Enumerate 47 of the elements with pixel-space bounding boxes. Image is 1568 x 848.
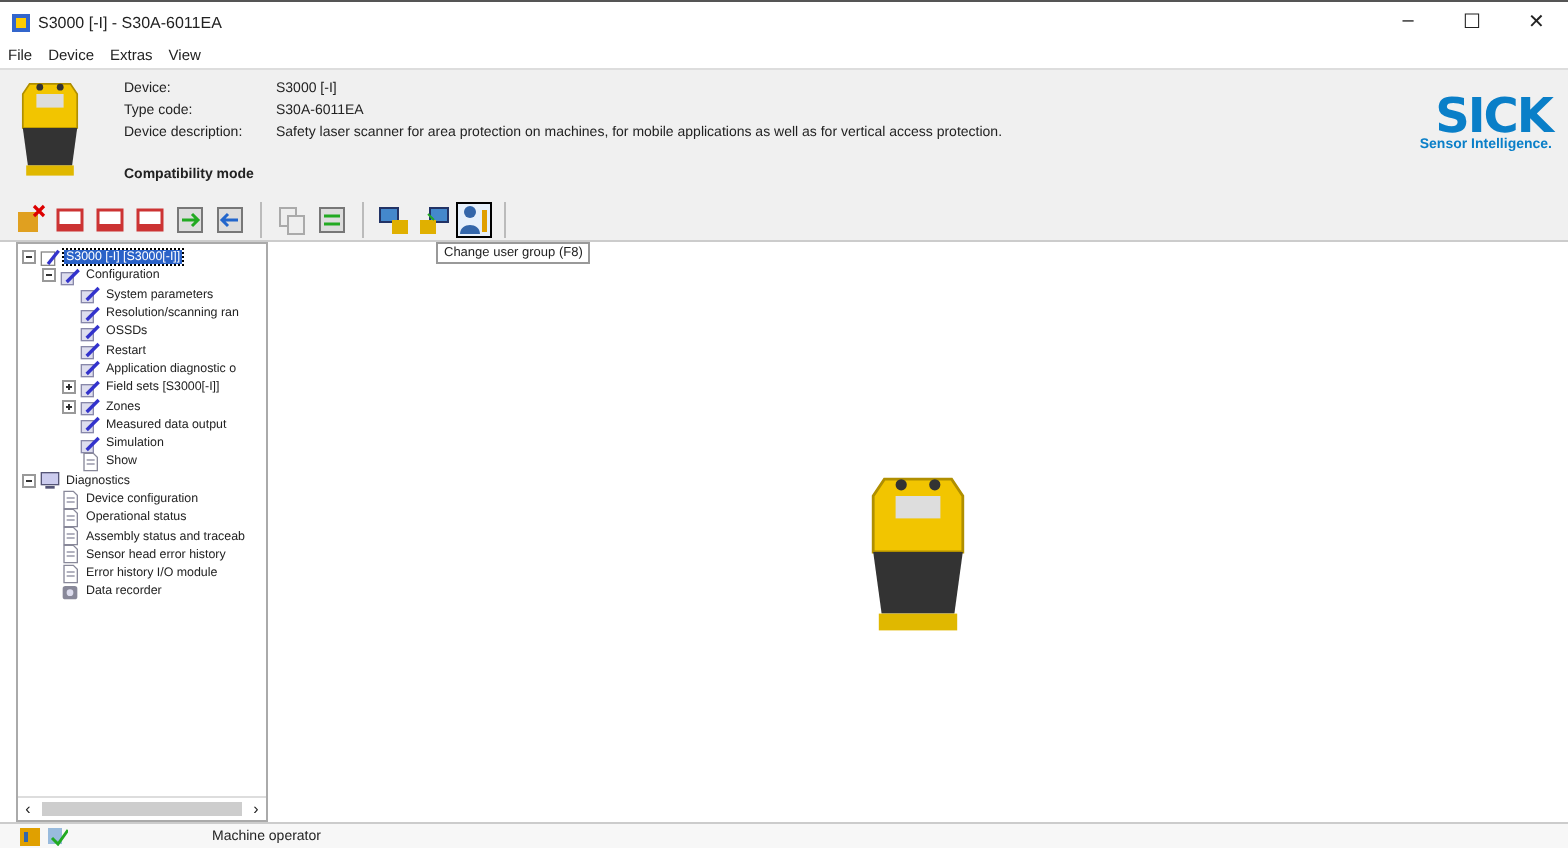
collapse-icon[interactable] [42, 268, 56, 283]
export-icon [214, 203, 246, 235]
pencil-icon [80, 284, 100, 305]
document-icon [316, 203, 348, 235]
check-icon [48, 827, 68, 845]
window-title: S3000 [-I] - S30A-6011EA [38, 13, 224, 31]
maximize-button[interactable]: ☐ [1440, 10, 1504, 34]
delete-icon [14, 203, 46, 235]
pencil-icon [80, 321, 100, 342]
page-icon [60, 544, 80, 565]
scroll-left-button[interactable]: ‹ [18, 800, 38, 818]
scroll-right-button[interactable]: › [246, 800, 266, 818]
page-icon [80, 451, 100, 472]
pencil-icon [80, 358, 100, 379]
toolbar-button[interactable] [456, 201, 492, 237]
close-button[interactable]: ✕ [1504, 10, 1568, 34]
monitor-icon [40, 470, 60, 491]
computer-icon [418, 203, 450, 235]
window-icon [54, 203, 86, 235]
pencil-icon [80, 340, 100, 361]
pencil-icon [80, 396, 100, 417]
collapse-icon[interactable] [22, 250, 36, 265]
copy-icon [276, 203, 308, 235]
pencil-icon [80, 433, 100, 454]
toolbar-button[interactable] [376, 201, 412, 237]
app-icon [12, 13, 30, 31]
page-icon [60, 489, 80, 510]
collapse-icon[interactable] [22, 473, 36, 488]
status-icon [20, 827, 40, 845]
pencil-icon [60, 265, 80, 286]
horizontal-scrollbar[interactable]: ‹ › [18, 796, 266, 820]
computer-icon [378, 203, 410, 235]
expand-icon[interactable] [62, 380, 76, 395]
user-key-icon [458, 203, 490, 235]
recorder-icon [60, 582, 80, 602]
toolbar-button[interactable] [416, 201, 452, 237]
expand-icon[interactable] [62, 399, 76, 414]
window-icon [94, 203, 126, 235]
page-icon [60, 563, 80, 584]
page-icon [60, 526, 80, 547]
import-icon [174, 203, 206, 235]
window-icon [134, 203, 166, 235]
logo: SICK [1435, 94, 1552, 138]
pencil-icon [80, 414, 100, 435]
pencil-icon [80, 377, 100, 398]
minimize-button[interactable]: – [1376, 10, 1440, 34]
pencil-icon [80, 303, 100, 324]
